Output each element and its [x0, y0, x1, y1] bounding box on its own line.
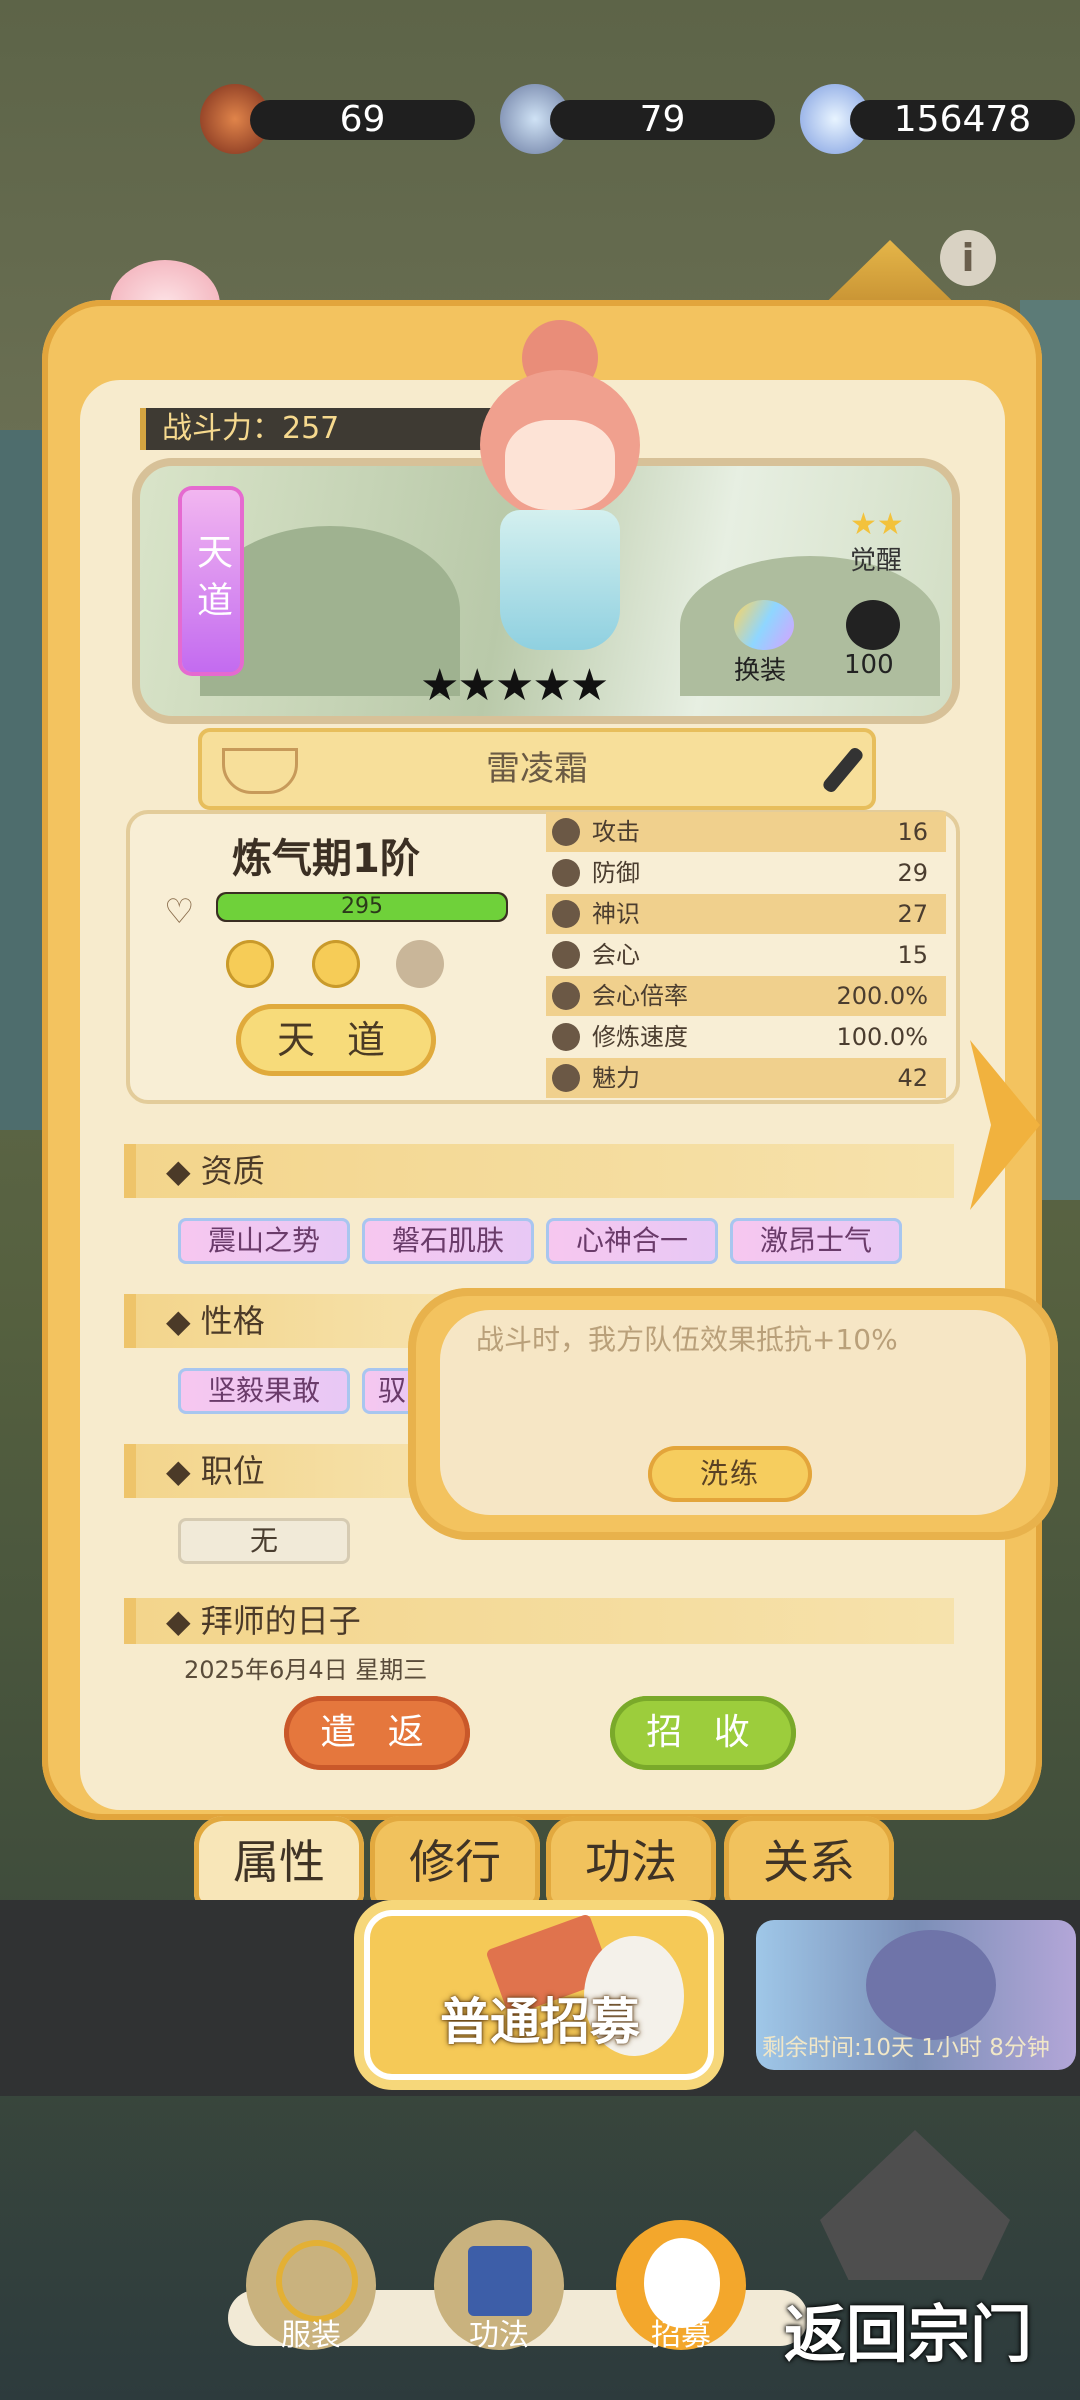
tab-cultivation[interactable]: 修行	[370, 1816, 540, 1908]
outfit-label: 换装	[734, 656, 787, 686]
stat-cultivation-speed: 修炼速度 100.0%	[546, 1017, 946, 1057]
dismiss-button[interactable]: 遣 返	[284, 1696, 470, 1770]
position-header: ◆ 职位	[124, 1444, 444, 1498]
character-sprite[interactable]	[460, 320, 660, 660]
aptitude-header: ◆ 资质	[124, 1144, 954, 1198]
normal-recruit-banner[interactable]: 普通招募	[364, 1910, 714, 2080]
dao-tag: 天道	[182, 490, 240, 672]
personality-header: ◆ 性格	[124, 1294, 444, 1348]
mountain-icon[interactable]	[396, 940, 444, 988]
flute-icon[interactable]	[226, 940, 274, 988]
stat-label: 防御	[592, 859, 640, 887]
heart-icon: ♡	[164, 892, 195, 932]
outfit-nav-label: 服装	[281, 2318, 341, 2353]
dao-path-button[interactable]: 天 道	[236, 1004, 436, 1076]
resource-gems: 156478	[850, 100, 1075, 140]
normal-recruit-label: 普通招募	[440, 1993, 640, 2051]
character-name: 雷凌霜	[486, 749, 588, 789]
aptitude-chip[interactable]: 磐石肌肤	[362, 1218, 534, 1264]
techniques-nav-label: 功法	[469, 2318, 529, 2353]
trait-tooltip-text: 战斗时，我方队伍效果抵抗+10%	[476, 1323, 898, 1356]
boat-icon	[222, 748, 298, 794]
stat-label: 魅力	[592, 1064, 640, 1092]
follower-avatar-icon	[846, 600, 900, 650]
aptitude-chip[interactable]: 激昂士气	[730, 1218, 902, 1264]
stat-perception: 神识 27	[546, 894, 946, 934]
fist-icon	[552, 818, 580, 846]
aptitude-chip[interactable]: 心神合一	[546, 1218, 718, 1264]
rarity-stars: ★★★★★	[420, 660, 609, 711]
refine-button[interactable]: 洗练	[648, 1446, 812, 1502]
crossed-swords-icon	[552, 941, 580, 969]
resource-red-scroll: 69	[250, 100, 475, 140]
recruit-nav-label: 招募	[651, 2318, 711, 2353]
stat-label: 神识	[592, 900, 640, 928]
stat-value: 100.0%	[836, 1023, 928, 1051]
stat-value: 27	[897, 900, 928, 928]
realm-label: 炼气期1阶	[232, 836, 420, 882]
follower-button[interactable]: 100	[840, 600, 920, 684]
character-name-bar: 雷凌霜	[198, 728, 876, 810]
character-face	[505, 420, 615, 510]
resource-blue-scroll: 79	[550, 100, 775, 140]
crit-burst-icon	[552, 982, 580, 1010]
book-icon	[468, 2246, 532, 2316]
info-icon[interactable]: i	[940, 230, 996, 286]
awaken-button[interactable]: ★★ 觉醒	[830, 507, 930, 577]
stat-label: 修炼速度	[592, 1023, 688, 1051]
awaken-stars-icon: ★★	[850, 507, 904, 542]
stat-label: 会心	[592, 941, 640, 969]
position-chip: 无	[178, 1518, 350, 1564]
outfit-button[interactable]: 换装	[724, 600, 814, 686]
stat-label: 攻击	[592, 818, 640, 846]
stat-critical: 会心 15	[546, 935, 946, 975]
rename-brush-icon[interactable]	[820, 745, 866, 795]
stat-defense: 防御 29	[546, 853, 946, 893]
character-body	[500, 510, 620, 650]
stat-label: 会心倍率	[592, 982, 688, 1010]
stat-attack: 攻击 16	[546, 812, 946, 852]
limited-recruit-timer: 剩余时间:10天 1小时 8分钟	[762, 2035, 1050, 2061]
bowl-icon[interactable]	[312, 940, 360, 988]
tab-relations[interactable]: 关系	[724, 1816, 894, 1908]
hp-value: 295	[341, 894, 383, 919]
tab-attributes[interactable]: 属性	[194, 1816, 364, 1908]
apprentice-date-header: ◆ 拜师的日子	[124, 1598, 954, 1644]
limited-recruit-character	[866, 1930, 996, 2040]
stat-value: 200.0%	[836, 982, 928, 1010]
swirl-icon	[552, 900, 580, 928]
heart-stat-icon	[552, 1064, 580, 1092]
follower-count: 100	[844, 650, 894, 680]
stat-value: 29	[897, 859, 928, 887]
aptitude-chip[interactable]: 震山之势	[178, 1218, 350, 1264]
shield-icon	[552, 859, 580, 887]
apprentice-date: 2025年6月4日 星期三	[184, 1656, 428, 1684]
stat-value: 42	[897, 1064, 928, 1092]
return-to-sect-button[interactable]: 返回宗门	[784, 2284, 1032, 2374]
awaken-label: 觉醒	[850, 546, 903, 576]
stat-charm: 魅力 42	[546, 1058, 946, 1098]
sect-gate-icon[interactable]	[820, 2130, 1010, 2280]
personality-chip[interactable]: 坚毅果敢	[178, 1368, 350, 1414]
stat-crit-multiplier: 会心倍率 200.0%	[546, 976, 946, 1016]
stat-value: 15	[897, 941, 928, 969]
meditation-icon	[552, 1023, 580, 1051]
recruit-button[interactable]: 招 收	[610, 1696, 796, 1770]
wing-icon	[734, 600, 794, 650]
stat-value: 16	[897, 818, 928, 846]
limited-recruit-banner[interactable]: 剩余时间:10天 1小时 8分钟	[756, 1920, 1076, 2070]
tab-techniques[interactable]: 功法	[546, 1816, 716, 1908]
